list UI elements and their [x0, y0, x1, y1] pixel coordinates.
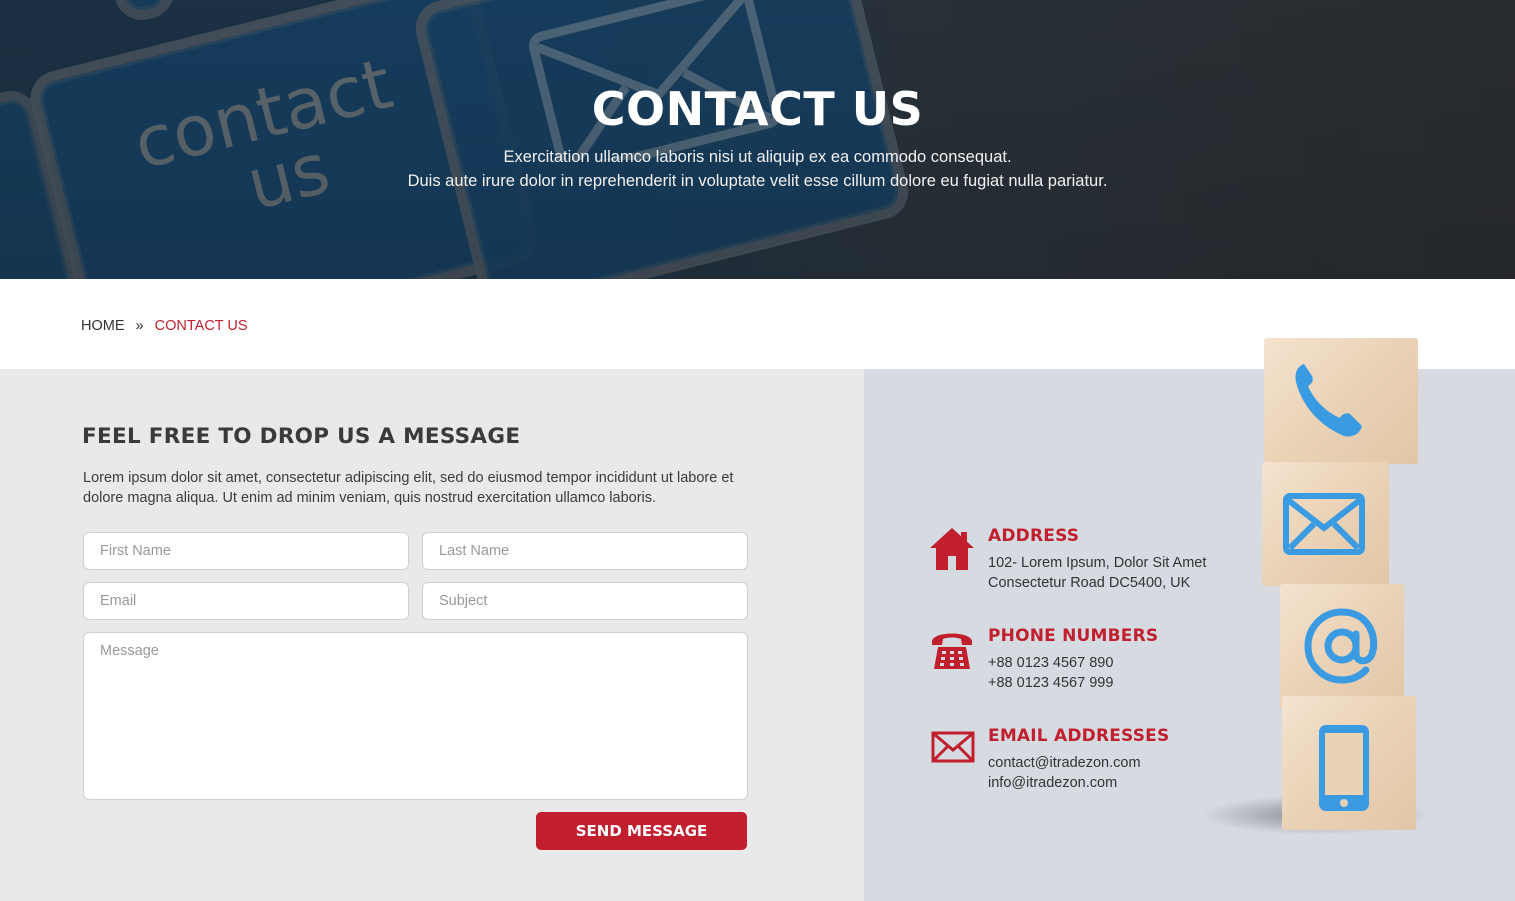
message-textarea[interactable]: Message: [83, 632, 748, 800]
form-description: Lorem ipsum dolor sit amet, consectetur …: [83, 470, 734, 506]
phone-heading: PHONE NUMBERS: [988, 626, 1159, 646]
phone-cube: [1264, 338, 1418, 464]
subject-input[interactable]: Subject: [422, 582, 748, 620]
address-line1: 102- Lorem Ipsum, Dolor Sit Amet: [988, 555, 1207, 571]
send-message-button[interactable]: SEND MESSAGE: [536, 812, 747, 850]
last-name-placeholder: Last Name: [439, 543, 510, 559]
hero-subtitle-line2: Duis aute irure dolor in reprehenderit i…: [407, 172, 1108, 190]
phone-line2: +88 0123 4567 999: [988, 675, 1114, 691]
breadcrumb: HOME » CONTACT US: [81, 318, 248, 334]
at-sign-cube: [1280, 584, 1404, 710]
subject-placeholder: Subject: [439, 593, 488, 609]
address-heading: ADDRESS: [988, 526, 1080, 546]
message-placeholder: Message: [100, 643, 159, 659]
phone-icon: [1295, 364, 1362, 437]
at-sign-icon: [1304, 608, 1378, 684]
form-title: FEEL FREE TO DROP US A MESSAGE: [82, 424, 521, 449]
page-title: CONTACT US: [591, 82, 924, 136]
email-heading: EMAIL ADDRESSES: [988, 726, 1170, 746]
breadcrumb-separator: »: [135, 318, 144, 334]
envelope-icon: [931, 731, 975, 763]
email-placeholder: Email: [100, 593, 137, 609]
breadcrumb-current: CONTACT US: [154, 318, 248, 334]
last-name-input[interactable]: Last Name: [422, 532, 748, 570]
email-line2[interactable]: info@itradezon.com: [988, 775, 1117, 791]
hero-subtitle-line1: Exercitation ullamco laboris nisi ut ali…: [503, 148, 1012, 166]
email-input[interactable]: Email: [83, 582, 409, 620]
breadcrumb-home-link[interactable]: HOME: [81, 318, 125, 334]
phone-line1: +88 0123 4567 890: [988, 655, 1114, 671]
telephone-icon: [932, 633, 972, 669]
first-name-placeholder: First Name: [100, 543, 171, 559]
hero-banner: contact us CONTACT US Exercitation ullam…: [0, 0, 1515, 279]
mail-cube: [1262, 462, 1389, 586]
mail-icon: [1283, 493, 1365, 555]
mobile-icon: [1319, 725, 1369, 811]
mobile-cube: [1282, 696, 1416, 830]
home-icon: [930, 528, 974, 570]
address-line2: Consectetur Road DC5400, UK: [988, 575, 1191, 591]
hero-overlay: [0, 0, 1515, 279]
email-line1[interactable]: contact@itradezon.com: [988, 755, 1141, 771]
first-name-input[interactable]: First Name: [83, 532, 409, 570]
